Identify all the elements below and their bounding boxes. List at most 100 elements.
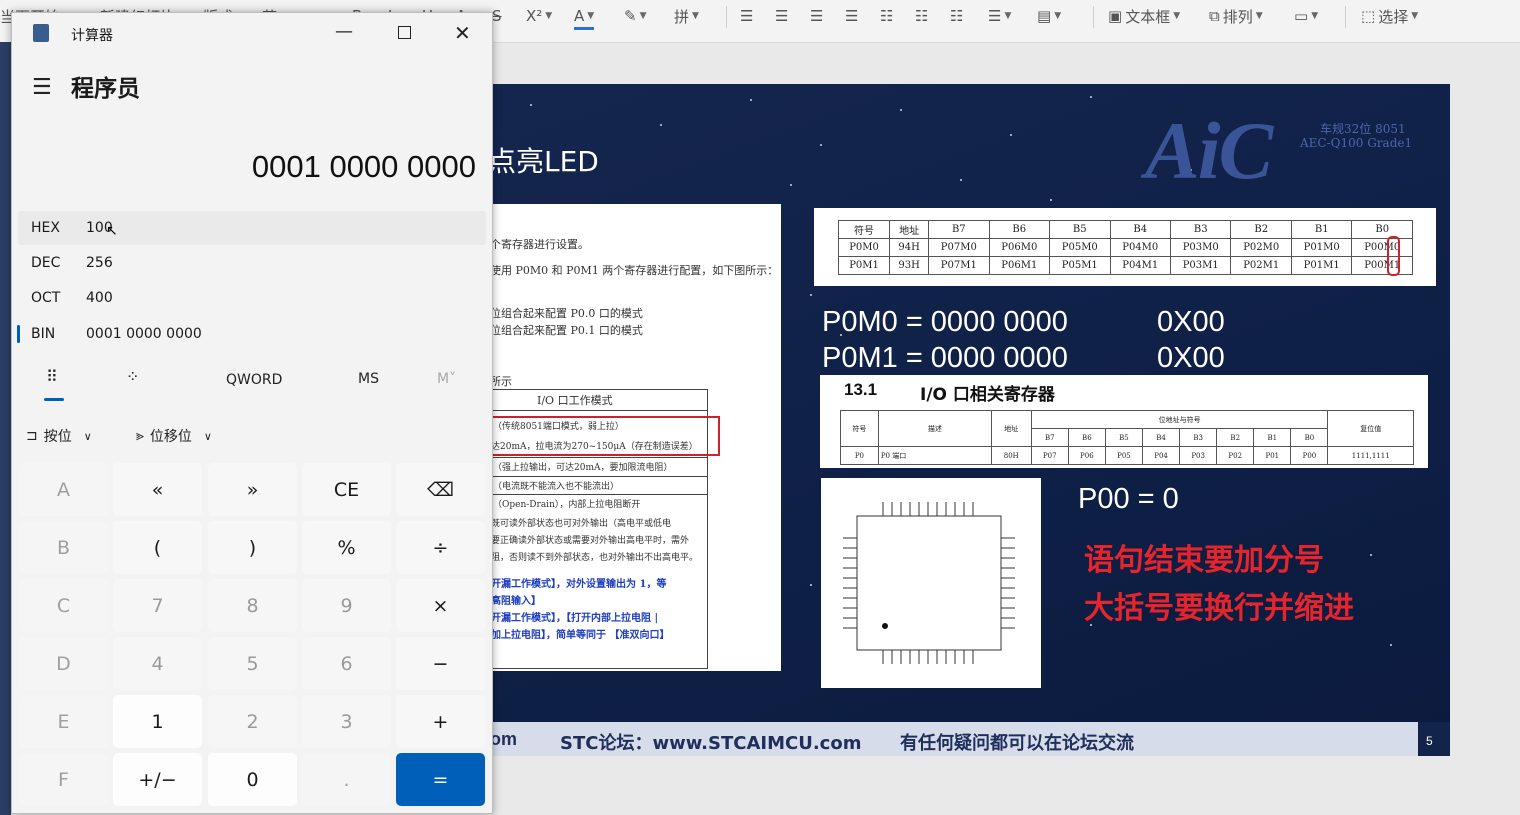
superscript-label: X² — [526, 7, 543, 25]
chip-pinout-diagram — [843, 502, 1015, 664]
chevron-down-icon: ∨ — [83, 429, 92, 443]
io-blue-note: 加上拉电阻】，简单等同于 【准双向口】 — [491, 630, 670, 641]
table-header: B3 — [1169, 220, 1232, 239]
key-shift-right[interactable]: » — [208, 463, 297, 516]
table-header: 复位值 — [1327, 410, 1414, 447]
key-0[interactable]: 0 — [208, 753, 297, 806]
key-1[interactable]: 1 — [113, 695, 202, 748]
key-7[interactable]: 7 — [113, 579, 202, 632]
indent-icon[interactable]: ☷ — [950, 5, 963, 27]
chevron-down-icon: ▼ — [1054, 11, 1062, 21]
text-direction-icon: ▤ — [1037, 7, 1052, 25]
key-3[interactable]: 3 — [302, 695, 391, 748]
numbered-list-icon[interactable]: ☷ — [915, 5, 928, 27]
key-c[interactable]: C — [19, 579, 108, 632]
hamburger-menu-icon[interactable]: ☰ — [32, 75, 52, 100]
memory-menu-button[interactable]: M˅ — [437, 371, 456, 387]
highlight-button[interactable]: ✎ ▼ — [624, 5, 647, 27]
close-button[interactable]: ✕ — [454, 21, 471, 45]
key-equals[interactable]: = — [396, 753, 485, 806]
key-multiply[interactable]: × — [396, 579, 485, 632]
key-open-paren[interactable]: ( — [113, 521, 202, 574]
register-table-image[interactable]: 符号 地址 B7 B6 B5 B4 B3 B2 B1 B0 P0M0 94H P… — [814, 208, 1436, 286]
select-button[interactable]: ⬚ 选择 ▼ — [1361, 5, 1418, 27]
io-register-image[interactable]: 13.1 I/O 口相关寄存器 符号 描述 地址 位地址与符号 复位值 B7 B… — [820, 375, 1428, 468]
strikethrough-button[interactable]: S — [492, 5, 502, 27]
textbox-button[interactable]: ▣ 文本框 ▼ — [1108, 5, 1180, 27]
table-cell: P07 — [1030, 446, 1069, 465]
bitshift-dropdown[interactable]: ⪢ 位移位 ∨ — [136, 426, 212, 446]
key-f[interactable]: F — [19, 753, 108, 806]
key-e[interactable]: E — [19, 695, 108, 748]
key-5[interactable]: 5 — [208, 637, 297, 690]
table-cell: P03M1 — [1169, 256, 1232, 275]
table-cell: P04M1 — [1109, 256, 1172, 275]
key-4[interactable]: 4 — [113, 637, 202, 690]
radix-row-hex[interactable]: HEX 100 — [18, 211, 486, 245]
chevron-down-icon: ▼ — [692, 11, 699, 21]
shape-format-button[interactable]: ▭ ▼ — [1294, 5, 1318, 27]
chevron-down-icon: ∨ — [203, 429, 212, 443]
key-subtract[interactable]: − — [396, 637, 485, 690]
mode-title: 程序员 — [71, 76, 140, 102]
justify-icon[interactable]: ☰ — [845, 5, 858, 27]
phonetic-button[interactable]: 拼 ▼ — [674, 5, 699, 27]
chip-pinout-image[interactable] — [821, 478, 1041, 688]
key-backspace[interactable]: ⌫ — [396, 463, 485, 516]
maximize-button[interactable] — [398, 26, 411, 39]
bit-toggle-icon[interactable]: ⁘ — [126, 367, 139, 386]
key-decimal[interactable]: . — [302, 753, 391, 806]
chevron-down-icon: ▼ — [1004, 11, 1012, 21]
align-center-icon[interactable]: ☰ — [775, 5, 788, 27]
distribute-icon[interactable]: ☷ — [880, 5, 893, 27]
ribbon-divider — [726, 6, 727, 28]
key-close-paren[interactable]: ) — [208, 521, 297, 574]
slide-canvas[interactable]: 点亮LED AiC 车规32位 8051 AEC-Q100 Grade1 个寄存… — [490, 84, 1450, 756]
line-spacing-button[interactable]: ☰ ▼ — [988, 5, 1011, 27]
footer-url-fragment: om — [490, 729, 517, 749]
key-add[interactable]: + — [396, 695, 485, 748]
table-header: B3 — [1179, 428, 1218, 447]
radix-row-dec[interactable]: DEC 256 — [18, 246, 486, 280]
radix-label: DEC — [31, 255, 61, 271]
phonetic-label: 拼 — [674, 7, 690, 26]
radix-label: HEX — [31, 220, 60, 236]
key-d[interactable]: D — [19, 637, 108, 690]
key-negate[interactable]: +/− — [113, 753, 202, 806]
table-header: B5 — [1049, 220, 1111, 239]
align-right-icon[interactable]: ☰ — [810, 5, 823, 27]
key-2[interactable]: 2 — [208, 695, 297, 748]
key-b[interactable]: B — [19, 521, 108, 574]
key-8[interactable]: 8 — [208, 579, 297, 632]
calculator-window[interactable]: 计算器 — ✕ ☰ 程序员 0001 0000 0000 HEX 100 DEC… — [11, 12, 493, 814]
table-header: 符号 — [840, 410, 879, 447]
font-color-button[interactable]: A ▼ — [574, 5, 595, 30]
io-mode-row: 阻，否则读不到外部状态，也对外输出不出高电平。 — [491, 553, 699, 563]
slide-thumbnail-pane[interactable] — [0, 42, 11, 815]
bitwise-dropdown[interactable]: ⊐ 按位 ∨ — [26, 426, 92, 446]
table-cell: P02M1 — [1230, 256, 1292, 275]
superscript-button[interactable]: X² ▼ — [526, 5, 552, 27]
key-6[interactable]: 6 — [302, 637, 391, 690]
table-row: P0M0 94H P07M0 P06M0 P05M0 P04M0 P03M0 P… — [837, 238, 1413, 257]
word-size-button[interactable]: QWORD — [226, 372, 282, 388]
radix-row-oct[interactable]: OCT 400 — [18, 281, 486, 315]
table-cell: P05M1 — [1049, 256, 1111, 275]
keypad-toggle-icon[interactable]: ⠿ — [46, 367, 58, 386]
text-direction-button[interactable]: ▤ ▼ — [1037, 5, 1061, 27]
arrange-button[interactable]: ⧉ 排列 ▼ — [1209, 5, 1263, 27]
key-divide[interactable]: ÷ — [396, 521, 485, 574]
calculator-app-icon — [33, 24, 49, 42]
table-cell: 80H — [990, 446, 1032, 465]
align-left-icon[interactable]: ☰ — [740, 5, 753, 27]
key-9[interactable]: 9 — [302, 579, 391, 632]
io-mode-row: （电流既不能流入也不能流出） — [493, 482, 620, 492]
key-a[interactable]: A — [19, 463, 108, 516]
key-shift-left[interactable]: « — [113, 463, 202, 516]
minimize-button[interactable]: — — [335, 21, 353, 42]
memory-store-button[interactable]: MS — [358, 371, 379, 387]
key-clear-entry[interactable]: CE — [302, 463, 391, 516]
key-percent[interactable]: % — [302, 521, 391, 574]
radix-row-bin[interactable]: BIN 0001 0000 0000 — [17, 317, 486, 351]
datasheet-excerpt[interactable]: 个寄存器进行设置。 使用 P0M0 和 P0M1 两个寄存器进行配置，如下图所示… — [490, 204, 781, 671]
